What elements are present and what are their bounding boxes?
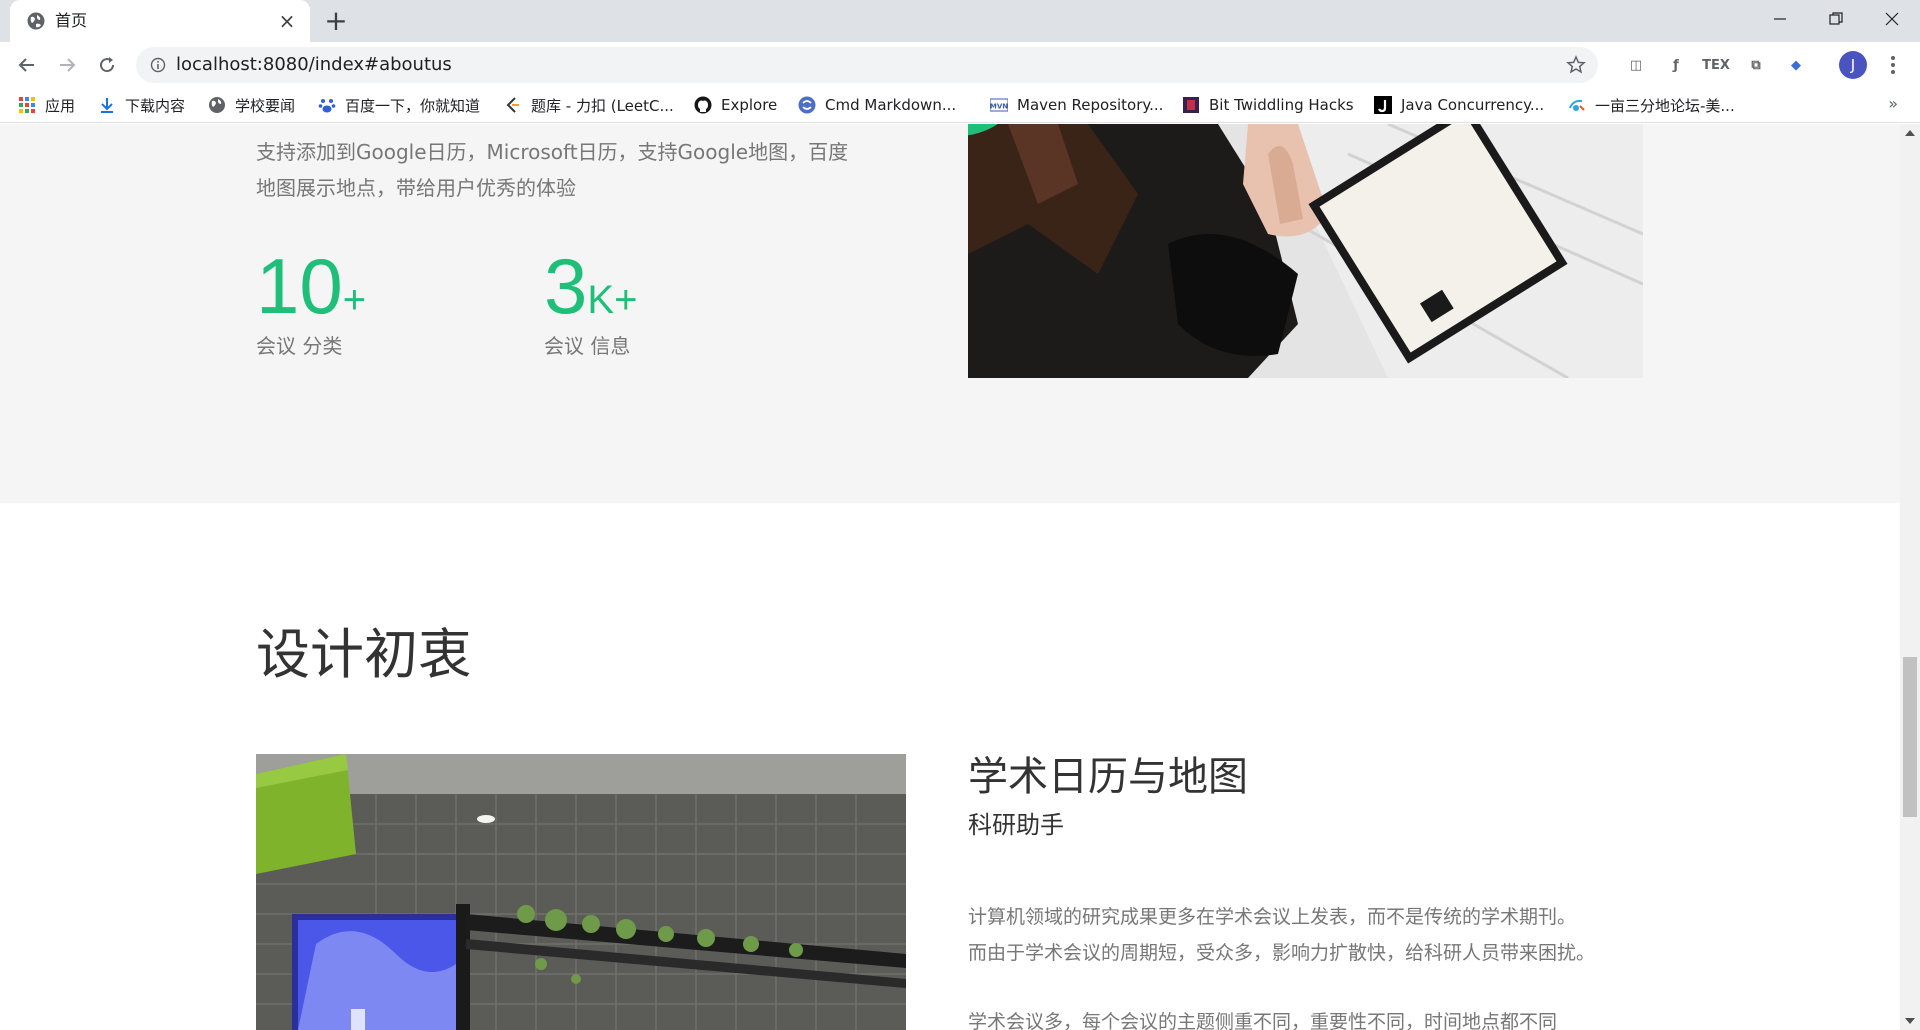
tex-extension-icon[interactable]: TEX [1702,54,1730,76]
bookmarks-bar: 应用 下载内容 学校要闻 百度一下，你就知道 题库 - 力扣 (LeetC...… [0,88,1920,123]
stat-categories: 10+ 会议 分类 [256,246,366,359]
leetcode-icon [506,97,519,113]
notebook-photo [968,124,1643,378]
scrollbar-thumb[interactable] [1903,657,1917,817]
bookmark-school-news[interactable]: 学校要闻 [208,94,295,116]
bookmark-label: 学校要闻 [235,96,296,115]
bookmark-maven[interactable]: MVN Maven Repository... [990,94,1163,116]
profile-avatar[interactable]: J [1839,51,1867,79]
paragraph-line: 而由于学术会议的周期短，受众多，影响力扩散快，给科研人员带来困扰。 [968,942,1596,964]
paragraph-line: 计算机领域的研究成果更多在学术会议上发表，而不是传统的学术期刊。 [968,906,1577,928]
bit-hacks-icon [1183,97,1199,113]
feature-paragraph: 学术会议多，每个会议的主题侧重不同，重要性不同，时间地点都不同 [968,1004,1668,1030]
bookmark-cmd-markdown[interactable]: Cmd Markdown... [798,94,956,116]
address-bar[interactable]: localhost:8080/index#aboutus [136,47,1598,83]
bookmarks-overflow-button[interactable]: » [1888,94,1898,113]
feature-subtitle: 科研助手 [968,811,1064,839]
arrow-right-icon [60,58,76,72]
bookmark-label: Java Concurrency... [1401,96,1545,114]
cmd-markdown-icon [798,96,816,114]
scholar-extension-icon[interactable]: ◆ [1785,54,1807,76]
minimize-icon [1774,18,1786,20]
menu-icon[interactable] [1886,54,1900,76]
stat-label: 会议 分类 [256,334,343,358]
feature-title: 学术日历与地图 [968,754,1248,800]
bookmark-label: 一亩三分地论坛-美... [1595,96,1735,115]
stat-suffix: + [342,278,367,322]
bookmark-label: 应用 [45,96,76,115]
close-tab-icon[interactable]: × [276,10,298,32]
bookmark-label: Maven Repository... [1017,96,1164,114]
bookmark-apps[interactable]: 应用 [18,94,75,116]
bookmark-leetcode[interactable]: 题库 - 力扣 (LeetC... [504,94,674,116]
url-text[interactable]: localhost:8080/index#aboutus [176,54,452,76]
new-tab-button[interactable]: + [322,7,350,36]
baidu-paw-icon [318,99,336,113]
restore-button[interactable] [1808,0,1864,38]
paragraph-line: 学术会议多，每个会议的主题侧重不同，重要性不同，时间地点都不同 [968,1011,1558,1030]
intro-paragraph: 支持添加到Google日历，Microsoft日历，支持Google地图，百度 … [256,134,856,206]
stat-conferences: 3K+ 会议 信息 [544,246,637,359]
bookmark-label: 下载内容 [125,96,186,115]
close-icon [1885,12,1899,26]
bookmark-label: Cmd Markdown... [825,96,957,114]
restore-icon [1829,12,1843,25]
reload-button[interactable] [92,50,122,80]
features-section: 支持添加到Google日历，Microsoft日历，支持Google地图，百度 … [0,124,1900,503]
bookmark-explore[interactable]: Explore [694,94,777,116]
pocket-extension-icon[interactable]: ◫ [1625,54,1647,76]
exhibition-photo [256,754,906,1030]
feature-paragraph: 计算机领域的研究成果更多在学术会议上发表，而不是传统的学术期刊。 而由于学术会议… [968,899,1668,971]
globe-icon [209,97,225,113]
page-scrollbar[interactable] [1900,124,1920,1030]
page-viewport: 支持添加到Google日历，Microsoft日历，支持Google地图，百度 … [0,124,1900,1030]
bookmark-label: Bit Twiddling Hacks [1209,96,1354,114]
arrow-left-icon [18,58,34,72]
intro-line: 地图展示地点，带给用户优秀的体验 [256,176,576,200]
bookmark-label: Explore [721,96,778,114]
java-j-icon [1374,96,1392,114]
svg-text:MVN: MVN [990,103,1008,111]
design-section-title: 设计初衷 [256,623,472,686]
stat-label: 会议 信息 [544,334,631,358]
github-icon [694,96,712,114]
minimize-button[interactable] [1752,0,1808,38]
formula-extension-icon[interactable]: ƒ [1665,54,1687,76]
info-icon[interactable] [150,57,166,73]
tab-title: 首页 [55,11,88,30]
download-icon [101,98,113,113]
tab-home[interactable]: 首页 × [10,0,310,42]
maven-icon: MVN [990,98,1008,112]
bookmark-java-concurrency[interactable]: Java Concurrency... [1374,94,1544,116]
scroll-down-icon[interactable] [1905,1018,1915,1024]
browser-toolbar: localhost:8080/index#aboutus ◫ ƒ TEX ⧉ ◆… [0,42,1920,88]
intro-line: 支持添加到Google日历，Microsoft日历，支持Google地图，百度 [256,140,849,164]
bookmark-baidu[interactable]: 百度一下，你就知道 [318,94,480,116]
scroll-up-icon[interactable] [1905,130,1915,136]
back-button[interactable] [12,50,42,80]
bookmark-downloads[interactable]: 下载内容 [98,94,185,116]
bookmark-1point3acres[interactable]: 一亩三分地论坛-美... [1568,94,1735,116]
apps-grid-icon [19,97,35,113]
stat-number: 3 [544,242,588,330]
tab-strip: 首页 × + [0,0,1920,42]
stat-suffix: K+ [587,278,638,322]
bookmark-bit-twiddling[interactable]: Bit Twiddling Hacks [1182,94,1354,116]
star-icon[interactable] [1566,55,1586,75]
stat-number: 10 [256,242,343,330]
close-window-button[interactable] [1864,0,1920,38]
bookmark-label: 题库 - 力扣 (LeetC... [531,96,674,115]
forum-icon [1569,99,1585,111]
globe-icon [27,12,45,30]
reload-icon [100,57,115,73]
bookmark-label: 百度一下，你就知道 [345,96,481,115]
forward-button[interactable] [52,50,82,80]
code-extension-icon[interactable]: ⧉ [1745,54,1767,76]
